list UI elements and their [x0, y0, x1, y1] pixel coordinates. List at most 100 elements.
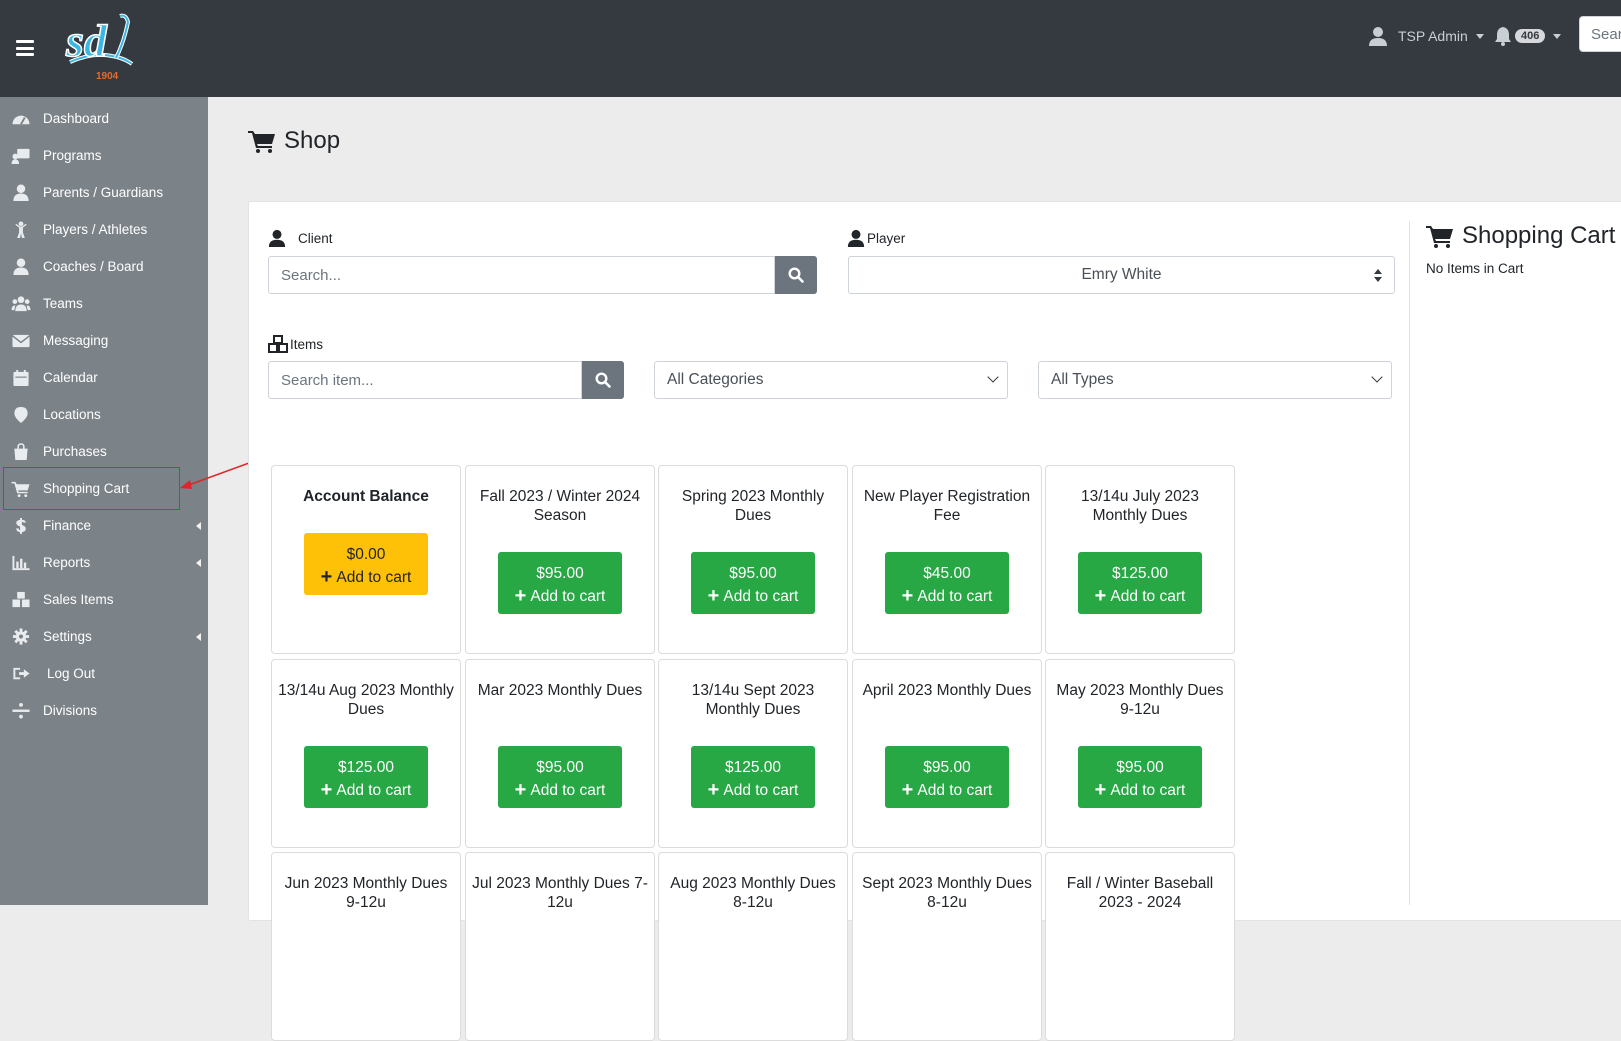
- add-to-cart-button[interactable]: $0.00 + Add to cart: [304, 533, 428, 595]
- product-price: $125.00: [337, 759, 395, 776]
- sidebar-item-divisions[interactable]: Divisions: [0, 692, 208, 729]
- product-price: $95.00: [536, 759, 584, 776]
- sidebar-item-label: Teams: [43, 296, 83, 311]
- sidebar-item-log-out[interactable]: Log Out: [0, 655, 208, 692]
- sidebar-item-reports[interactable]: Reports: [0, 544, 208, 581]
- add-to-cart-text: Add to cart: [530, 782, 606, 799]
- product-name: Fall 2023 / Winter 2024 Season: [479, 488, 641, 524]
- player-select[interactable]: Emry White: [848, 256, 1395, 294]
- sidebar-item-programs[interactable]: Programs: [0, 137, 208, 174]
- add-to-cart-button[interactable]: $95.00 + Add to cart: [691, 552, 815, 614]
- dollar-icon: [10, 517, 32, 535]
- sidebar-item-messaging[interactable]: Messaging: [0, 322, 208, 359]
- product-price: $45.00: [923, 565, 971, 582]
- plus-icon: +: [901, 779, 914, 801]
- add-to-cart-button[interactable]: $95.00 + Add to cart: [498, 552, 622, 614]
- product-price: $125.00: [724, 759, 782, 776]
- add-to-cart-text: Add to cart: [336, 782, 412, 799]
- add-to-cart-button[interactable]: $95.00 + Add to cart: [1078, 746, 1202, 808]
- search-icon: [788, 267, 804, 283]
- global-search-input[interactable]: [1579, 16, 1621, 52]
- sidebar-item-teams[interactable]: Teams: [0, 285, 208, 322]
- product-card: Spring 2023 Monthly Dues $95.00 + Add to ca…: [658, 465, 848, 654]
- type-select[interactable]: All Types: [1038, 361, 1392, 399]
- sidebar-item-sales-items[interactable]: Sales Items: [0, 581, 208, 618]
- sidebar-item-label: Messaging: [43, 333, 109, 348]
- sidebar-item-finance[interactable]: Finance: [0, 507, 208, 544]
- sidebar-item-label: Shopping Cart: [43, 481, 130, 496]
- add-to-cart-button[interactable]: $125.00 + Add to cart: [304, 746, 428, 808]
- product-card: 13/14u July 2023 Monthly Dues $125.00 + Add…: [1045, 465, 1235, 654]
- shopping-bag-icon: [10, 442, 32, 461]
- sidebar-item-dashboard[interactable]: Dashboard: [0, 100, 208, 137]
- user-icon: [268, 229, 286, 247]
- add-to-cart-button[interactable]: $125.00 + Add to cart: [691, 746, 815, 808]
- sidebar-item-locations[interactable]: Locations: [0, 396, 208, 433]
- sidebar-item-coaches-board[interactable]: Coaches / Board: [0, 248, 208, 285]
- product-card: Fall / Winter Baseball 2023 - 2024: [1045, 852, 1235, 1041]
- item-search-input[interactable]: [268, 361, 582, 399]
- users-icon: [10, 295, 32, 313]
- cart-empty-text: No Items in Cart: [1426, 261, 1524, 276]
- product-price: $0.00: [346, 546, 386, 563]
- add-to-cart-label: + Add to cart: [691, 779, 815, 801]
- client-label: Client: [268, 229, 333, 247]
- sidebar-item-players-athletes[interactable]: Players / Athletes: [0, 211, 208, 248]
- sidebar-item-label: Locations: [43, 407, 101, 422]
- sd-logo[interactable]: sd 1904: [62, 12, 140, 82]
- add-to-cart-button[interactable]: $95.00 + Add to cart: [498, 746, 622, 808]
- menu-toggle-icon[interactable]: [16, 40, 34, 56]
- add-to-cart-text: Add to cart: [530, 588, 606, 605]
- add-to-cart-text: Add to cart: [917, 588, 993, 605]
- coach-icon: [10, 257, 32, 276]
- sidebar-item-parents-guardians[interactable]: Parents / Guardians: [0, 174, 208, 211]
- programs-icon: [10, 147, 32, 165]
- product-name: New Player Registration Fee: [863, 488, 1031, 524]
- user-menu[interactable]: TSP Admin: [1368, 24, 1484, 48]
- player-label: Player: [847, 229, 905, 247]
- notifications-menu[interactable]: 406: [1494, 24, 1562, 48]
- add-to-cart-label: + Add to cart: [304, 779, 428, 801]
- sidebar-item-shopping-cart[interactable]: Shopping Cart: [0, 470, 208, 507]
- sidebar-item-label: Programs: [43, 148, 102, 163]
- plus-icon: +: [1094, 585, 1107, 607]
- product-card: New Player Registration Fee $45.00 + Add to…: [852, 465, 1042, 654]
- sidebar-item-label: Divisions: [43, 703, 98, 718]
- envelope-icon: [10, 332, 32, 350]
- sidebar-item-purchases[interactable]: Purchases: [0, 433, 208, 470]
- plus-icon: +: [514, 779, 527, 801]
- dashboard-icon: [10, 110, 32, 128]
- product-name: Jun 2023 Monthly Dues 9-12u: [284, 875, 448, 911]
- product-card: Jul 2023 Monthly Dues 7-12u: [465, 852, 655, 1041]
- add-to-cart-button[interactable]: $95.00 + Add to cart: [885, 746, 1009, 808]
- add-to-cart-label: + Add to cart: [498, 779, 622, 801]
- client-search-button[interactable]: [775, 256, 817, 294]
- item-search-button[interactable]: [582, 361, 624, 399]
- sidebar-item-label: Reports: [43, 555, 91, 570]
- client-search-input[interactable]: [268, 256, 775, 294]
- user-name: TSP Admin: [1398, 28, 1468, 44]
- product-name: Jul 2023 Monthly Dues 7-12u: [472, 875, 648, 911]
- sidebar-item-label: Calendar: [43, 370, 98, 385]
- sidebar-item-label: Coaches / Board: [43, 259, 144, 274]
- plus-icon: +: [707, 779, 720, 801]
- add-to-cart-button[interactable]: $45.00 + Add to cart: [885, 552, 1009, 614]
- product-card: April 2023 Monthly Dues $95.00 + Add to car…: [852, 659, 1042, 848]
- add-to-cart-button[interactable]: $125.00 + Add to cart: [1078, 552, 1202, 614]
- add-to-cart-text: Add to cart: [1110, 782, 1186, 799]
- product-card: 13/14u Aug 2023 Monthly Dues $125.00 + Add …: [271, 659, 461, 848]
- sidebar-item-label: Log Out: [47, 666, 96, 681]
- sidebar-item-calendar[interactable]: Calendar: [0, 359, 208, 396]
- plus-icon: +: [514, 585, 527, 607]
- plus-icon: +: [320, 779, 333, 801]
- svg-text:1904: 1904: [96, 71, 119, 82]
- bell-icon: [1495, 27, 1511, 46]
- map-marker-icon: [10, 406, 32, 424]
- product-name: Sept 2023 Monthly Dues 8-12u: [862, 875, 1032, 911]
- chevron-down-icon: [1475, 33, 1484, 39]
- sidebar-item-settings[interactable]: Settings: [0, 618, 208, 655]
- category-select[interactable]: All Categories: [654, 361, 1008, 399]
- athlete-icon: [10, 220, 32, 239]
- sidebar-item-label: Finance: [43, 518, 92, 533]
- product-card: Sept 2023 Monthly Dues 8-12u: [852, 852, 1042, 1041]
